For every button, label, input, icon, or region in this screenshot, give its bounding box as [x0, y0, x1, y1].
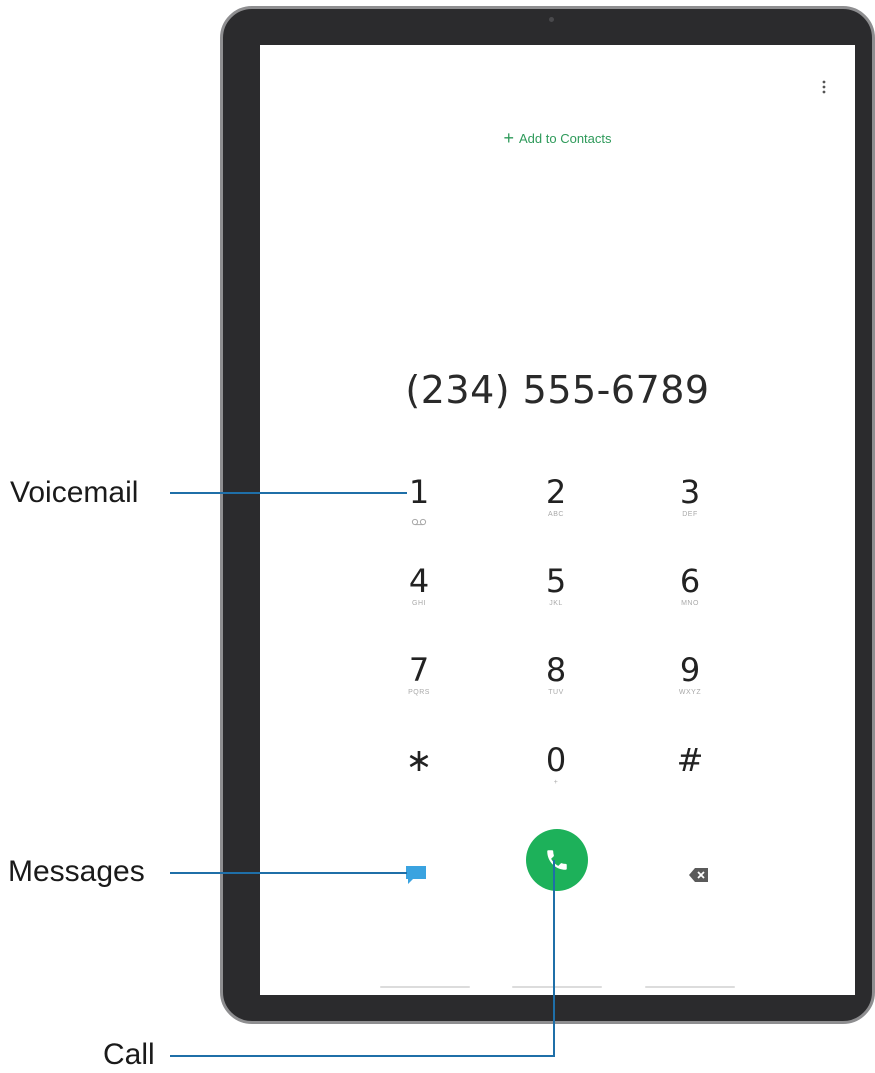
key-star[interactable]: ∗ — [359, 741, 479, 823]
phone-app-screen: + Add to Contacts (234) 555-6789 1 2 ABC — [260, 45, 855, 995]
key-1[interactable]: 1 — [359, 473, 479, 555]
key-digit: ∗ — [405, 741, 433, 779]
key-letters: WXYZ — [678, 689, 702, 697]
key-letters: + — [553, 779, 559, 787]
key-digit: 6 — [679, 562, 701, 600]
key-letters: GHI — [412, 600, 426, 608]
phone-icon — [547, 850, 567, 870]
key-7[interactable]: 7 PQRS — [359, 651, 479, 733]
callout-call-line-horizontal — [170, 1055, 555, 1057]
backspace-icon — [689, 868, 708, 882]
nav-home-button[interactable] — [512, 986, 602, 988]
key-letters: MNO — [681, 600, 699, 608]
key-6[interactable]: 6 MNO — [630, 562, 750, 644]
callout-voicemail-line — [170, 492, 407, 494]
front-camera — [549, 17, 554, 22]
key-digit: 3 — [679, 473, 701, 511]
callout-messages-line — [170, 872, 407, 874]
callout-call-line-vertical — [553, 860, 555, 1057]
key-letters: TUV — [548, 689, 564, 697]
key-3[interactable]: 3 DEF — [630, 473, 750, 555]
call-button[interactable] — [526, 829, 588, 891]
key-letters: DEF — [682, 511, 698, 519]
key-hash[interactable]: # — [630, 741, 750, 823]
key-digit: 7 — [408, 651, 430, 689]
key-digit: 5 — [545, 562, 567, 600]
key-4[interactable]: 4 GHI — [359, 562, 479, 644]
key-8[interactable]: 8 TUV — [496, 651, 616, 733]
add-to-contacts-label: Add to Contacts — [519, 130, 612, 146]
message-icon — [406, 866, 426, 884]
key-digit: 1 — [408, 473, 430, 511]
key-5[interactable]: 5 JKL — [496, 562, 616, 644]
key-digit: 4 — [408, 562, 430, 600]
key-letters: PQRS — [408, 689, 430, 697]
nav-back-button[interactable] — [645, 986, 735, 988]
callout-voicemail-label: Voicemail — [10, 476, 139, 509]
more-options-icon[interactable] — [816, 75, 832, 99]
callout-call-label: Call — [103, 1038, 155, 1071]
key-digit: 2 — [545, 473, 567, 511]
dialed-number: (234) 555-6789 — [405, 368, 710, 412]
plus-icon: + — [503, 128, 514, 148]
key-digit: 8 — [545, 651, 567, 689]
add-to-contacts-button[interactable]: + Add to Contacts — [260, 129, 855, 147]
backspace-button[interactable] — [687, 865, 711, 885]
callout-messages-label: Messages — [8, 855, 145, 888]
nav-recent-apps-button[interactable] — [380, 986, 470, 988]
key-0[interactable]: 0 + — [496, 741, 616, 823]
key-letters: ABC — [548, 511, 564, 519]
key-digit: 9 — [679, 651, 701, 689]
voicemail-icon — [411, 511, 427, 530]
key-digit: # — [676, 741, 704, 779]
key-letters: JKL — [549, 600, 563, 608]
messages-button[interactable] — [403, 863, 429, 887]
key-digit: 0 — [545, 741, 567, 779]
key-9[interactable]: 9 WXYZ — [630, 651, 750, 733]
key-2[interactable]: 2 ABC — [496, 473, 616, 555]
